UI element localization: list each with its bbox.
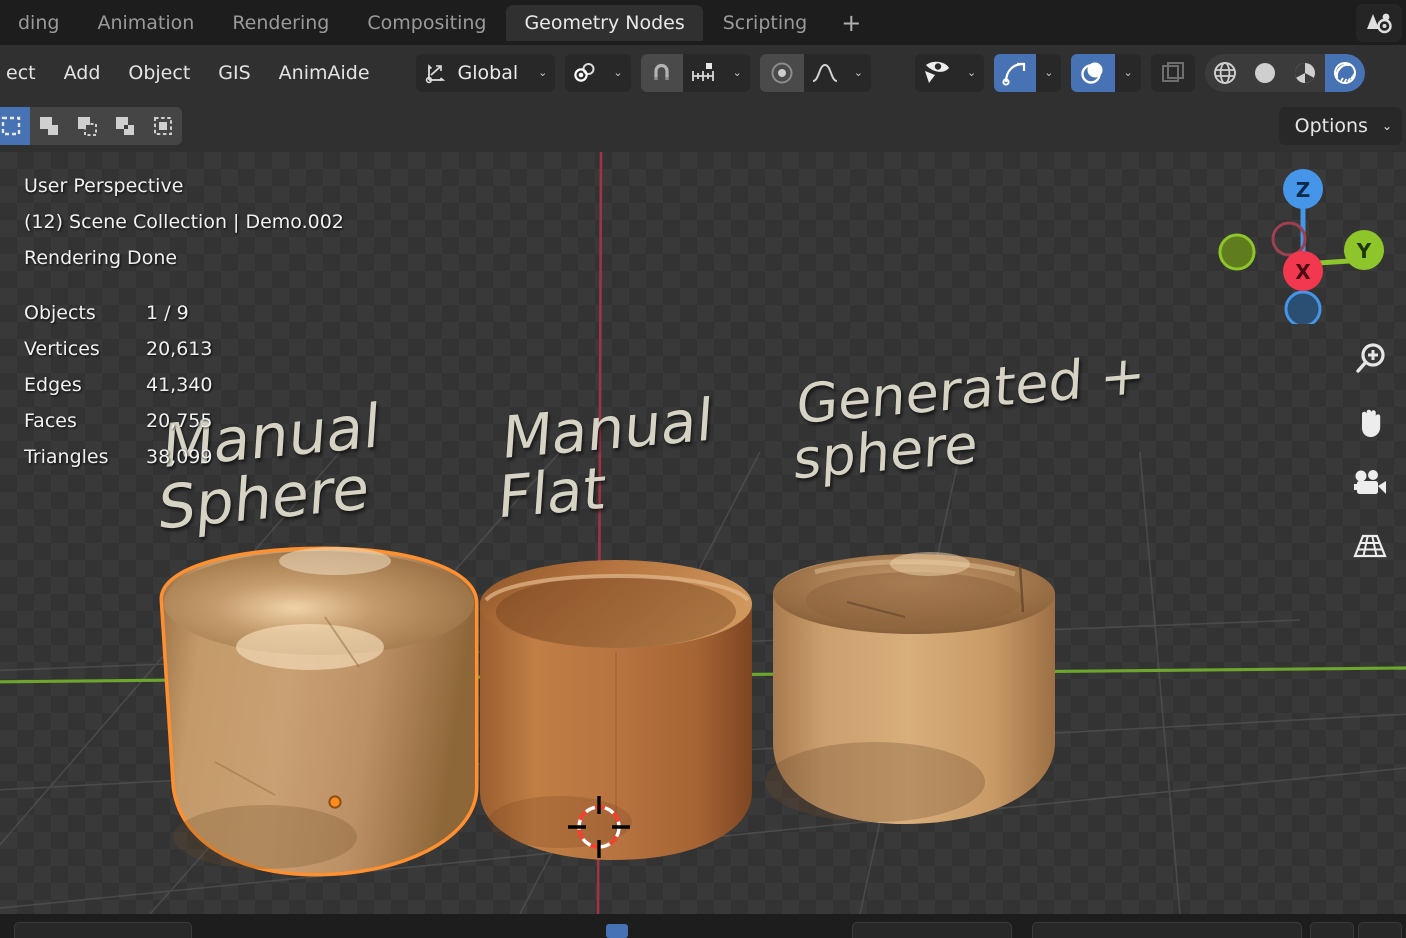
workspace-tab-scripting[interactable]: Scripting — [705, 5, 826, 41]
toggle-orthographic-grid-icon[interactable] — [1348, 524, 1392, 568]
bottom-button-1[interactable] — [1310, 922, 1354, 938]
rendered-shading-icon[interactable] — [1325, 54, 1365, 92]
stat-value-faces: 20,755 — [146, 410, 212, 432]
menu-gis[interactable]: GIS — [204, 57, 264, 89]
overlays-toggle-group: ⌄ — [1071, 54, 1140, 92]
chevron-down-icon[interactable]: ⌄ — [846, 66, 871, 79]
3d-viewport[interactable]: Manual Sphere Manual Flat Generated + sp… — [0, 152, 1406, 914]
camera-view-icon[interactable] — [1348, 462, 1392, 506]
stat-label-faces: Faces — [24, 410, 77, 432]
solid-shading-icon[interactable] — [1245, 54, 1285, 92]
chevron-down-icon: ⌄ — [1368, 119, 1392, 133]
proportional-editing-icon[interactable] — [760, 54, 804, 92]
magnet-icon[interactable] — [641, 54, 683, 92]
stat-label-vertices: Vertices — [24, 338, 100, 360]
menu-add[interactable]: Add — [50, 57, 115, 89]
menu-select[interactable]: ect — [0, 57, 50, 89]
select-invert-icon[interactable] — [106, 107, 144, 145]
pivot-point-group: ⌄ — [565, 54, 630, 92]
gizmo-axis-neg-x — [1273, 223, 1305, 255]
object-visibility-eye-icon[interactable] — [915, 54, 959, 92]
options-label: Options — [1295, 115, 1368, 137]
chevron-down-icon[interactable]: ⌄ — [725, 66, 750, 79]
bottom-field-2[interactable] — [852, 922, 1012, 938]
menu-animaide[interactable]: AnimAide — [265, 57, 384, 89]
bottom-editor-header — [0, 914, 1406, 938]
render-status-text: Rendering Done — [24, 240, 177, 276]
stat-label-triangles: Triangles — [24, 446, 109, 468]
select-subtract-icon[interactable] — [68, 107, 106, 145]
wireframe-shading-icon[interactable] — [1205, 54, 1245, 92]
x-ray-toggle-group — [1151, 54, 1195, 92]
3d-cursor — [564, 792, 634, 862]
stat-value-edges: 41,340 — [146, 374, 212, 396]
snap-increment-icon[interactable] — [683, 54, 725, 92]
chevron-down-icon[interactable]: ⌄ — [1036, 66, 1061, 79]
collection-text: (12) Scene Collection | Demo.002 — [24, 204, 344, 240]
stat-value-triangles: 38,099 — [146, 446, 212, 468]
orientation-axes-icon — [416, 54, 454, 92]
viewport-header: ect Add Object GIS AnimAide Global ⌄ — [0, 45, 1406, 100]
transform-orientation-group: Global ⌄ — [416, 54, 556, 92]
workspace-tab-compositing[interactable]: Compositing — [349, 5, 504, 41]
bowl-generated-sphere[interactable] — [755, 542, 1085, 872]
gizmo-icon[interactable] — [994, 54, 1036, 92]
stat-value-objects: 1 / 9 — [146, 302, 189, 324]
pivot-point-icon[interactable] — [565, 54, 605, 92]
object-visibility-group: ⌄ — [915, 54, 984, 92]
workspace-tab-animation[interactable]: Animation — [79, 5, 212, 41]
scene-icon[interactable] — [1356, 4, 1402, 42]
x-ray-toggle-icon[interactable] — [1151, 54, 1195, 92]
gizmo-label-x: X — [1295, 260, 1311, 284]
stat-label-edges: Edges — [24, 374, 82, 396]
menu-object[interactable]: Object — [114, 57, 204, 89]
tool-settings-bar: Options ⌄ — [0, 100, 1406, 152]
chevron-down-icon[interactable]: ⌄ — [1115, 66, 1140, 79]
chevron-down-icon[interactable]: ⌄ — [530, 66, 555, 79]
stat-label-objects: Objects — [24, 302, 96, 324]
shading-mode-group — [1205, 54, 1365, 92]
bowl-manual-sphere[interactable] — [145, 537, 495, 897]
bottom-field-3[interactable] — [1032, 922, 1302, 938]
object-origin-dot — [329, 796, 340, 807]
bottom-button-2[interactable] — [1358, 922, 1402, 938]
gizmo-label-z: Z — [1296, 178, 1311, 202]
gizmo-toggle-group: ⌄ — [994, 54, 1061, 92]
select-mode-group — [0, 107, 182, 145]
overlays-icon[interactable] — [1071, 54, 1115, 92]
bottom-accent-indicator[interactable] — [606, 924, 628, 938]
gizmo-label-y: Y — [1356, 239, 1372, 263]
bottom-search-field[interactable] — [14, 922, 192, 938]
chevron-down-icon[interactable]: ⌄ — [605, 66, 630, 79]
navigation-gizmo[interactable]: Z Y X — [1216, 164, 1386, 324]
zoom-magnifier-icon[interactable] — [1348, 337, 1392, 381]
blender-window: ding Animation Rendering Compositing Geo… — [0, 0, 1406, 938]
workspace-tab-bar: ding Animation Rendering Compositing Geo… — [0, 0, 1406, 45]
workspace-tab-geometry-nodes[interactable]: Geometry Nodes — [506, 5, 702, 41]
label-manual-flat: Manual Flat — [496, 390, 715, 527]
select-set-icon[interactable] — [0, 107, 30, 145]
select-extend-icon[interactable] — [30, 107, 68, 145]
label-generated-sphere: Generated + sphere — [792, 346, 1147, 487]
workspace-tab-0[interactable]: ding — [0, 5, 77, 41]
snapping-group: ⌄ — [641, 54, 750, 92]
gizmo-axis-neg-y — [1220, 235, 1254, 269]
smooth-falloff-curve-icon[interactable] — [804, 54, 846, 92]
material-preview-shading-icon[interactable] — [1285, 54, 1325, 92]
workspace-tab-rendering[interactable]: Rendering — [214, 5, 347, 41]
proportional-editing-group: ⌄ — [760, 54, 871, 92]
chevron-down-icon[interactable]: ⌄ — [959, 66, 984, 79]
view-name-text: User Perspective — [24, 168, 183, 204]
add-workspace-button[interactable]: + — [827, 9, 875, 37]
select-intersect-icon[interactable] — [144, 107, 182, 145]
stat-value-vertices: 20,613 — [146, 338, 212, 360]
transform-orientation-value[interactable]: Global — [454, 62, 531, 84]
pan-hand-icon[interactable] — [1348, 400, 1392, 444]
gizmo-axis-neg-z — [1286, 292, 1320, 324]
options-dropdown[interactable]: Options ⌄ — [1279, 107, 1402, 145]
